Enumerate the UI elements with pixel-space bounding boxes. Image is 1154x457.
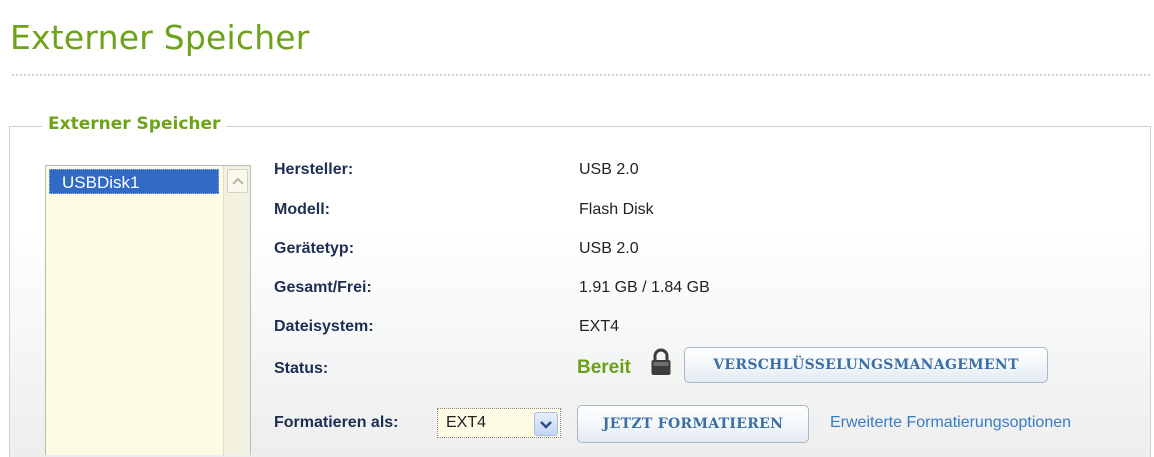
scroll-up-button[interactable] <box>227 169 248 193</box>
chevron-up-icon <box>231 177 244 185</box>
total-free-value: 1.91 GB / 1.84 GB <box>579 279 710 296</box>
padlock-icon <box>651 348 671 375</box>
page-title: Externer Speicher <box>10 18 310 57</box>
chevron-down-icon <box>540 420 552 429</box>
manufacturer-label: Hersteller: <box>274 161 354 178</box>
format-now-button[interactable]: JETZT FORMATIEREN <box>577 405 809 443</box>
manufacturer-value: USB 2.0 <box>579 161 639 178</box>
advanced-format-options-link[interactable]: Erweiterte Formatierungsoptionen <box>830 414 1071 432</box>
title-divider <box>12 74 1150 76</box>
encryption-management-button[interactable]: VERSCHLÜSSELUNGSMANAGEMENT <box>684 347 1048 383</box>
panel-legend: Externer Speicher <box>42 114 227 134</box>
filesystem-select[interactable]: EXT4 <box>437 408 561 438</box>
status-badge: Bereit <box>577 357 631 378</box>
model-label: Modell: <box>274 201 330 218</box>
total-free-label: Gesamt/Frei: <box>274 279 372 296</box>
status-label: Status: <box>274 360 329 377</box>
disk-list[interactable]: USBDisk1 <box>45 165 251 455</box>
disk-list-item[interactable]: USBDisk1 <box>49 169 219 194</box>
disk-list-scrollbar[interactable] <box>223 166 250 455</box>
format-as-label: Formatieren als: <box>274 414 399 431</box>
filesystem-label: Dateisystem: <box>274 318 374 335</box>
model-value: Flash Disk <box>579 201 654 218</box>
filesystem-value: EXT4 <box>579 318 620 335</box>
device-type-label: Gerätetyp: <box>274 240 355 257</box>
device-type-value: USB 2.0 <box>579 240 639 257</box>
filesystem-select-value: EXT4 <box>446 414 487 431</box>
select-dropdown-button[interactable] <box>534 412 558 436</box>
